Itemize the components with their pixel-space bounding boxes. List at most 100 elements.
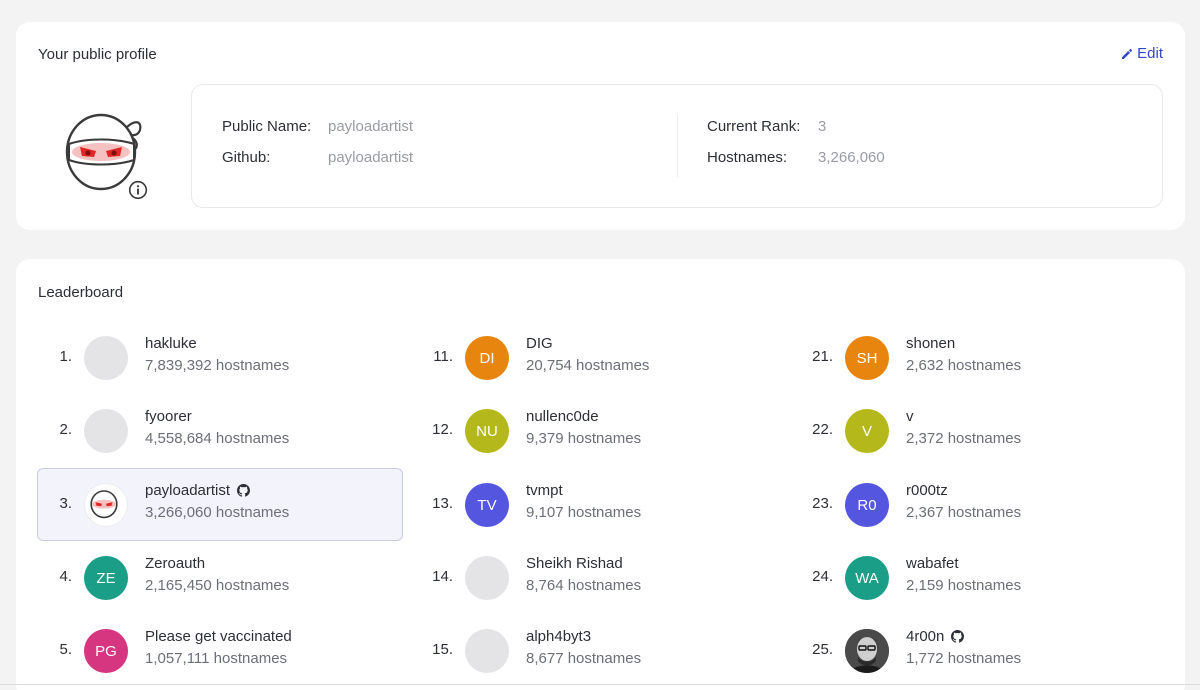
user-name: payloadartist (145, 482, 251, 499)
hostname-count: 2,632 hostnames (906, 357, 1022, 374)
hostname-count: 2,367 hostnames (906, 504, 1022, 521)
leaderboard-entry-current-user[interactable]: 3. payloadartist 3,266,060 hostnames (37, 468, 403, 541)
rank-number: 1. (59, 348, 72, 365)
public-name-value: payloadartist (328, 118, 414, 135)
hostname-count: 2,165,450 hostnames (145, 577, 290, 594)
user-name: wabafet (906, 555, 959, 572)
avatar: TV (465, 483, 509, 527)
user-name: nullenc0de (526, 408, 599, 425)
user-name: 4r00n (906, 628, 965, 645)
avatar (84, 483, 128, 527)
avatar: PG (84, 629, 128, 673)
user-name: DIG (526, 335, 553, 352)
hostname-count: 2,372 hostnames (906, 430, 1022, 447)
hostname-count: 8,677 hostnames (526, 650, 642, 667)
hostname-count: 7,839,392 hostnames (145, 357, 290, 374)
public-name-row: Public Name: payloadartist (222, 118, 413, 135)
leaderboard-entry[interactable]: 4. ZE Zeroauth 2,165,450 hostnames (37, 541, 403, 614)
avatar: ZE (84, 556, 128, 600)
avatar: WA (845, 556, 889, 600)
rank-number: 22. (812, 421, 833, 438)
avatar: NU (465, 409, 509, 453)
rank-number: 14. (432, 568, 453, 585)
bottom-divider (0, 684, 1200, 685)
profile-section-title: Your public profile (38, 46, 157, 63)
profile-divider (677, 115, 678, 177)
avatar (84, 409, 128, 453)
rank-number: 11. (433, 348, 453, 365)
edit-label: Edit (1137, 45, 1163, 62)
avatar: R0 (845, 483, 889, 527)
hostname-count: 8,764 hostnames (526, 577, 642, 594)
rank-number: 3. (59, 495, 72, 512)
rank-number: 21. (812, 348, 833, 365)
ninja-icon (90, 490, 118, 519)
rank-number: 15. (432, 641, 453, 658)
leaderboard-entry[interactable]: 5. PG Please get vaccinated 1,057,111 ho… (37, 614, 403, 687)
leaderboard-entry[interactable]: 2. fyoorer 4,558,684 hostnames (37, 394, 403, 467)
leaderboard-entry[interactable]: 12. NU nullenc0de 9,379 hostnames (418, 394, 784, 467)
rank-number: 24. (812, 568, 833, 585)
info-icon[interactable] (128, 180, 148, 200)
rank-number: 12. (432, 421, 453, 438)
user-name: r000tz (906, 482, 948, 499)
hostname-count: 20,754 hostnames (526, 357, 650, 374)
leaderboard-entry[interactable]: 15. alph4byt3 8,677 hostnames (418, 614, 784, 687)
hostnames-value: 3,266,060 (818, 149, 885, 166)
leaderboard-entry[interactable]: 25. 4r00n 1,772 hostnames (798, 614, 1164, 687)
person-photo-icon (845, 629, 889, 673)
hostname-count: 1,772 hostnames (906, 650, 1022, 667)
github-icon[interactable] (237, 484, 251, 497)
current-rank-label: Current Rank: (707, 118, 801, 135)
hostname-count: 4,558,684 hostnames (145, 430, 290, 447)
leaderboard-card: Leaderboard 1. hakluke 7,839,392 hostnam… (16, 259, 1185, 690)
github-icon[interactable] (951, 630, 965, 643)
avatar (845, 629, 889, 673)
github-row: Github: payloadartist (222, 149, 413, 166)
avatar: SH (845, 336, 889, 380)
leaderboard-entry[interactable]: 22. V v 2,372 hostnames (798, 394, 1164, 467)
hostname-count: 9,379 hostnames (526, 430, 642, 447)
user-name: Zeroauth (145, 555, 206, 572)
hostnames-label: Hostnames: (707, 149, 788, 166)
hostname-count: 9,107 hostnames (526, 504, 642, 521)
rank-number: 2. (59, 421, 72, 438)
user-name: Please get vaccinated (145, 628, 292, 645)
avatar (84, 336, 128, 380)
leaderboard-entry[interactable]: 11. DI DIG 20,754 hostnames (418, 321, 784, 394)
leaderboard-entry[interactable]: 13. TV tvmpt 9,107 hostnames (418, 468, 784, 541)
current-rank-value: 3 (818, 118, 827, 135)
user-name: hakluke (145, 335, 197, 352)
avatar (465, 629, 509, 673)
rank-number: 13. (432, 495, 453, 512)
leaderboard-entry[interactable]: 21. SH shonen 2,632 hostnames (798, 321, 1164, 394)
avatar: DI (465, 336, 509, 380)
pencil-icon (1122, 48, 1133, 59)
edit-profile-link[interactable]: Edit (1121, 45, 1163, 62)
hostname-count: 3,266,060 hostnames (145, 504, 290, 521)
user-name: tvmpt (526, 482, 563, 499)
rank-number: 23. (812, 495, 833, 512)
github-label: Github: (222, 149, 271, 166)
current-rank-row: Current Rank: 3 (707, 118, 826, 135)
leaderboard-title: Leaderboard (38, 284, 124, 301)
rank-number: 25. (812, 641, 833, 658)
hostname-count: 2,159 hostnames (906, 577, 1022, 594)
user-name: fyoorer (145, 408, 192, 425)
rank-number: 5. (59, 641, 72, 658)
user-name: alph4byt3 (526, 628, 592, 645)
rank-number: 4. (59, 568, 72, 585)
github-value: payloadartist (328, 149, 414, 166)
user-name: Sheikh Rishad (526, 555, 623, 572)
user-name: shonen (906, 335, 956, 352)
hostname-count: 1,057,111 hostnames (145, 650, 288, 667)
leaderboard-entry[interactable]: 14. Sheikh Rishad 8,764 hostnames (418, 541, 784, 614)
user-name: v (906, 408, 914, 425)
avatar (465, 556, 509, 600)
profile-info-box: Public Name: payloadartist Github: paylo… (191, 84, 1163, 208)
leaderboard-entry[interactable]: 1. hakluke 7,839,392 hostnames (37, 321, 403, 394)
avatar: V (845, 409, 889, 453)
hostnames-row: Hostnames: 3,266,060 (707, 149, 885, 166)
leaderboard-entry[interactable]: 23. R0 r000tz 2,367 hostnames (798, 468, 1164, 541)
leaderboard-entry[interactable]: 24. WA wabafet 2,159 hostnames (798, 541, 1164, 614)
